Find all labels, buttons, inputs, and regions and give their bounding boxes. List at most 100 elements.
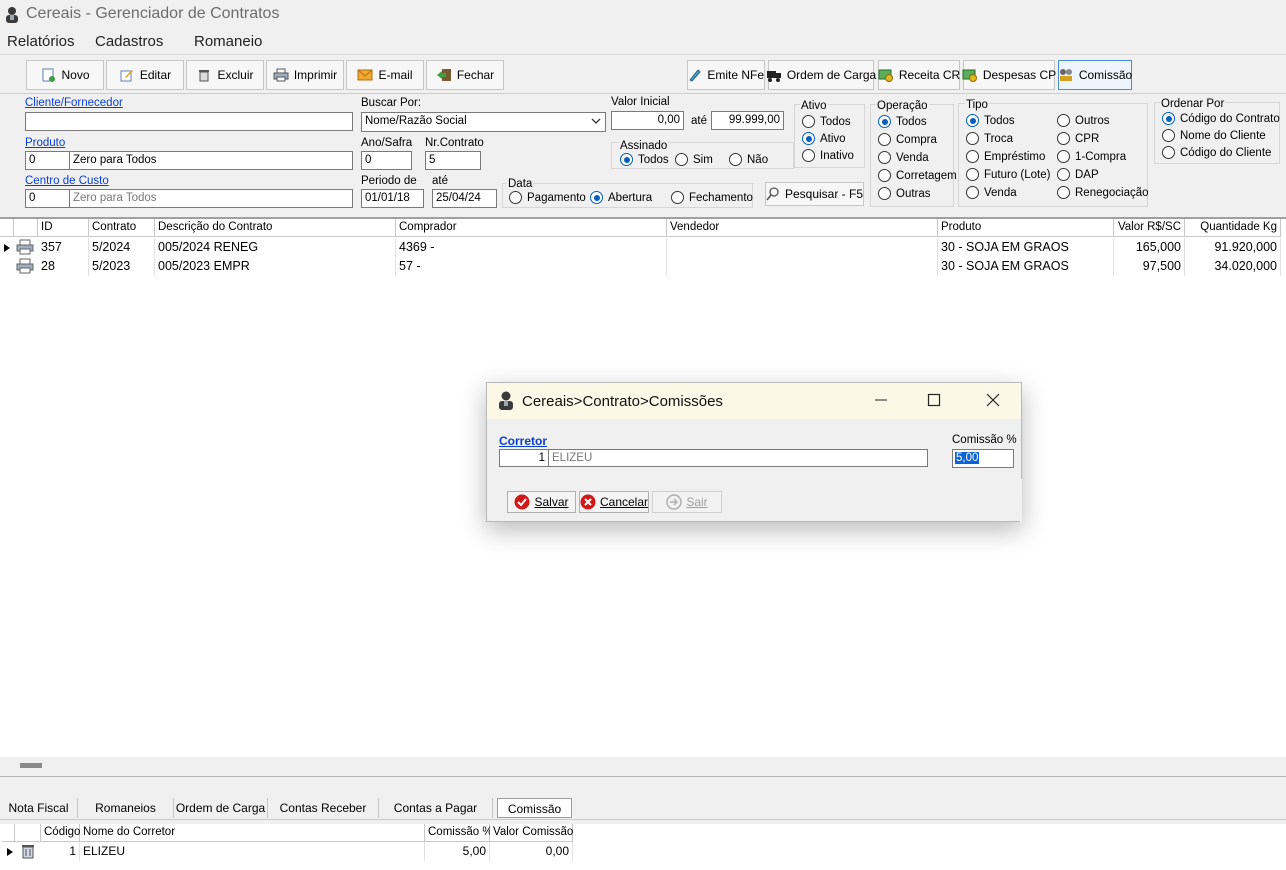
operacao-outras-radio[interactable]: Outras [878, 187, 931, 200]
tab-ordem-de-carga[interactable]: Ordem de Carga [174, 798, 268, 818]
sair-label: Sair [686, 495, 708, 509]
tab-contas-receber[interactable]: Contas Receber [268, 798, 379, 818]
minimize-icon[interactable] [869, 389, 893, 411]
cliente-fornecedor-link[interactable]: Cliente/Fornecedor [25, 97, 123, 109]
data-pagamento-radio[interactable]: Pagamento [509, 191, 586, 204]
menu-relatorios[interactable]: Relatórios [7, 33, 75, 50]
cancelar-button[interactable]: Cancelar [579, 491, 649, 513]
assinado-sim-radio[interactable]: Sim [675, 153, 713, 166]
tab-romaneios[interactable]: Romaneios [78, 798, 174, 818]
ativo-inativo-radio[interactable]: Inativo [802, 149, 854, 162]
tab-contas-a-pagar[interactable]: Contas a Pagar [379, 798, 493, 818]
receita-cr-button[interactable]: Receita CR [878, 60, 960, 90]
operacao-todos-radio[interactable]: Todos [878, 115, 927, 128]
truck-icon [766, 68, 782, 82]
ordenar-codigo-contrato-radio[interactable]: Código do Contrato [1162, 112, 1280, 125]
operacao-compra-radio[interactable]: Compra [878, 133, 937, 146]
table-row[interactable]: 28 5/2023 005/2023 EMPR 57 - 30 - SOJA E… [0, 257, 1286, 276]
col-header-quantidade[interactable]: Quantidade Kg [1185, 219, 1281, 237]
ativo-ativo-radio[interactable]: Ativo [802, 132, 846, 145]
col-header-codigo[interactable]: Código [41, 824, 80, 842]
centro-de-custo-link[interactable]: Centro de Custo [25, 175, 109, 187]
tipo-renegociacao-radio[interactable]: Renegociação [1057, 186, 1149, 199]
cliente-fornecedor-input[interactable] [25, 112, 353, 131]
imprimir-button[interactable]: Imprimir [266, 60, 344, 90]
centro-code-input[interactable]: 0 [25, 189, 70, 208]
valor-final-input[interactable]: 99.999,00 [711, 111, 784, 130]
col-header-comissao[interactable]: Comissão % [425, 824, 493, 842]
ano-safra-input[interactable]: 0 [361, 151, 412, 170]
corretor-code-input[interactable]: 1 [499, 449, 549, 467]
tab-comissao[interactable]: Comissão [497, 798, 572, 818]
nr-contrato-label: Nr.Contrato [425, 137, 484, 149]
comissao-button[interactable]: Comissão [1058, 60, 1132, 90]
ordenar-codigo-cliente-radio[interactable]: Código do Cliente [1162, 146, 1271, 159]
assinado-todos-radio[interactable]: Todos [620, 153, 669, 166]
email-button[interactable]: E-mail [346, 60, 424, 90]
corretor-link[interactable]: Corretor [499, 434, 547, 448]
col-header-contrato[interactable]: Contrato [89, 219, 155, 237]
nr-contrato-input[interactable]: 5 [425, 151, 481, 170]
printer-icon[interactable] [16, 258, 34, 277]
tipo-outros-radio[interactable]: Outros [1057, 114, 1110, 127]
close-icon[interactable] [981, 389, 1005, 411]
operacao-corretagem-radio[interactable]: Corretagem [878, 169, 957, 182]
ordenar-nome-cliente-radio[interactable]: Nome do Cliente [1162, 129, 1266, 142]
col-header-id[interactable]: ID [38, 219, 89, 237]
ativo-todos-radio[interactable]: Todos [802, 115, 851, 128]
table-row[interactable]: 1 ELIZEU 5,00 0,00 [0, 842, 573, 861]
maximize-icon[interactable] [922, 389, 946, 411]
assinado-group: Assinado Todos Sim Não [611, 140, 794, 169]
valor-inicial-input[interactable]: 0,00 [611, 111, 684, 130]
emite-nfe-button[interactable]: Emite NFe [687, 60, 765, 90]
editar-button[interactable]: Editar [106, 60, 184, 90]
col-header-produto[interactable]: Produto [938, 219, 1114, 237]
pesquisar-button[interactable]: Pesquisar - F5 [765, 182, 864, 206]
grid-print-header [14, 219, 38, 237]
despesas-cp-button[interactable]: Despesas CP [962, 60, 1057, 90]
despesas-cp-label: Despesas CP [982, 68, 1057, 82]
data-fechamento-radio[interactable]: Fechamento [671, 191, 753, 204]
col-header-comprador[interactable]: Comprador [396, 219, 667, 237]
col-header-vendedor[interactable]: Vendedor [667, 219, 938, 237]
tipo-emprestimo-radio[interactable]: Empréstimo [966, 150, 1045, 163]
col-header-valor-comissao[interactable]: Valor Comissão [490, 824, 573, 842]
radio-label: Sim [693, 153, 713, 166]
buscar-por-select[interactable]: Nome/Razão Social [361, 112, 606, 132]
periodo-ate-input[interactable]: 25/04/24 [432, 189, 497, 208]
menu-romaneio[interactable]: Romaneio [194, 33, 262, 50]
trash-icon[interactable] [20, 843, 36, 862]
menu-cadastros[interactable]: Cadastros [95, 33, 163, 50]
tipo-futuro-radio[interactable]: Futuro (Lote) [966, 168, 1050, 181]
col-header-nome-corretor[interactable]: Nome do Corretor [80, 824, 425, 842]
tipo-1-compra-radio[interactable]: 1-Compra [1057, 150, 1126, 163]
sair-button[interactable]: Sair [652, 491, 722, 513]
col-header-valor[interactable]: Valor R$/SC [1114, 219, 1185, 237]
tipo-venda-radio[interactable]: Venda [966, 186, 1017, 199]
table-row[interactable]: 357 5/2024 005/2024 RENEG 4369 - 30 - SO… [0, 238, 1286, 257]
fechar-button[interactable]: Fechar [426, 60, 504, 90]
comissao-percent-input[interactable]: 5,00 [952, 449, 1014, 468]
excluir-button[interactable]: Excluir [186, 60, 264, 90]
radio-label: Compra [896, 133, 937, 146]
assinado-label: Assinado [619, 140, 669, 152]
panel-splitter[interactable] [0, 757, 1286, 777]
assinado-nao-radio[interactable]: Não [729, 153, 768, 166]
printer-icon[interactable] [16, 239, 34, 258]
dialog-title-bar[interactable]: Cereais>Contrato>Comissões [487, 383, 1021, 419]
salvar-button[interactable]: Salvar [507, 491, 576, 513]
operacao-venda-radio[interactable]: Venda [878, 151, 929, 164]
tipo-dap-radio[interactable]: DAP [1057, 168, 1099, 181]
tipo-troca-radio[interactable]: Troca [966, 132, 1013, 145]
tab-nota-fiscal[interactable]: Nota Fiscal [0, 798, 78, 818]
tipo-todos-radio[interactable]: Todos [966, 114, 1015, 127]
produto-code-input[interactable]: 0 [25, 151, 70, 170]
col-header-descricao[interactable]: Descrição do Contrato [155, 219, 396, 237]
tipo-cpr-radio[interactable]: CPR [1057, 132, 1099, 145]
ordem-de-carga-button[interactable]: Ordem de Carga [766, 60, 876, 90]
novo-button[interactable]: Novo [26, 60, 104, 90]
radio-dot [966, 132, 979, 145]
data-abertura-radio[interactable]: Abertura [590, 191, 652, 204]
produto-link[interactable]: Produto [25, 137, 65, 149]
periodo-de-input[interactable]: 01/01/18 [361, 189, 424, 208]
